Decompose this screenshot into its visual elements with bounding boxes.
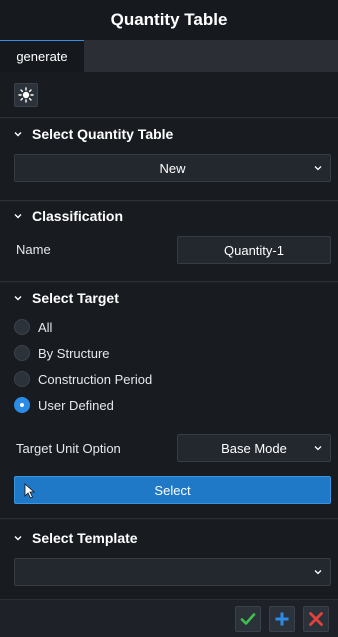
radio-label: Construction Period	[38, 371, 153, 387]
radio-label: By Structure	[38, 345, 110, 361]
cursor-icon	[24, 483, 36, 499]
section-header[interactable]: Select Template	[14, 529, 138, 547]
radio-label: All	[38, 319, 53, 335]
name-field[interactable]: Quantity-1	[177, 236, 331, 264]
select-button[interactable]: Select	[14, 476, 331, 504]
radio-button-checked[interactable]	[14, 397, 30, 413]
quantity-table-dropdown[interactable]: New	[14, 154, 331, 182]
radio-user-defined[interactable]: User Defined	[14, 396, 114, 414]
section-header[interactable]: Select Target	[14, 289, 119, 307]
add-button[interactable]	[269, 606, 295, 632]
radio-label: User Defined	[38, 397, 114, 413]
check-icon	[240, 613, 256, 625]
chevron-down-icon	[14, 294, 22, 302]
section-header[interactable]: Select Quantity Table	[14, 125, 173, 143]
name-label: Name	[16, 242, 51, 257]
section-select-template: Select Template	[0, 520, 338, 600]
section-title: Select Target	[32, 290, 119, 306]
footer-actions	[0, 600, 338, 637]
radio-all[interactable]: All	[14, 318, 52, 336]
sun-icon-button[interactable]	[14, 83, 38, 107]
tab-bar: generate	[0, 40, 338, 72]
tab-generate[interactable]: generate	[0, 40, 84, 72]
target-unit-dropdown[interactable]: Base Mode	[177, 434, 331, 462]
sun-icon	[18, 87, 34, 103]
select-button-label: Select	[154, 482, 191, 498]
dropdown-value: Base Mode	[221, 440, 287, 456]
radio-button[interactable]	[14, 319, 30, 335]
radio-construction-period[interactable]: Construction Period	[14, 370, 152, 388]
section-title: Select Template	[32, 530, 138, 546]
ok-button[interactable]	[235, 606, 261, 632]
chevron-down-icon	[14, 212, 22, 220]
target-unit-option-label: Target Unit Option	[16, 441, 121, 456]
window-title: Quantity Table	[0, 0, 338, 40]
section-select-quantity-table: Select Quantity Table New	[0, 119, 338, 201]
section-classification: Classification Name Quantity-1	[0, 202, 338, 282]
chevron-down-icon	[14, 130, 22, 138]
close-icon	[309, 612, 323, 626]
section-select-target: Select Target All By Structure Construct…	[0, 283, 338, 519]
chevron-down-icon	[314, 166, 322, 171]
dropdown-value: New	[159, 160, 186, 176]
template-dropdown[interactable]	[14, 558, 331, 586]
section-title: Select Quantity Table	[32, 126, 174, 142]
radio-button[interactable]	[14, 371, 30, 387]
radio-button[interactable]	[14, 345, 30, 361]
radio-by-structure[interactable]: By Structure	[14, 344, 110, 362]
chevron-down-icon	[314, 446, 322, 451]
chevron-down-icon	[14, 534, 22, 542]
chevron-down-icon	[314, 570, 322, 575]
cancel-button[interactable]	[303, 606, 329, 632]
section-title: Classification	[32, 208, 124, 224]
plus-icon	[275, 612, 289, 626]
section-header[interactable]: Classification	[14, 207, 123, 225]
toolbar	[0, 72, 338, 118]
